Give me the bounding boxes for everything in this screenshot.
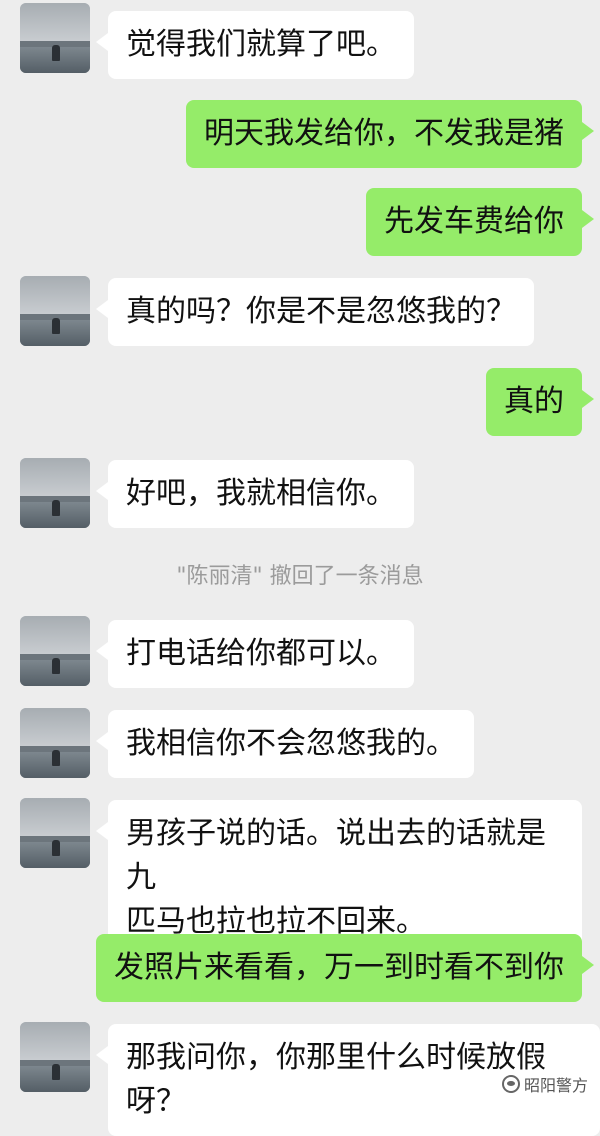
contact-avatar[interactable] xyxy=(20,616,90,686)
watermark: 昭阳警方 xyxy=(501,1072,588,1096)
recall-notice: "陈丽清" 撤回了一条消息 xyxy=(176,564,424,589)
contact-avatar[interactable] xyxy=(20,276,90,346)
outgoing-message-bubble[interactable]: 先发车费给你 xyxy=(366,188,594,256)
incoming-message-bubble[interactable]: 觉得我们就算了吧。 xyxy=(96,11,414,79)
incoming-message-bubble[interactable]: 打电话给你都可以。 xyxy=(96,620,414,688)
incoming-message-bubble[interactable]: 好吧，我就相信你。 xyxy=(96,460,414,528)
contact-avatar[interactable] xyxy=(20,798,90,868)
wechat-official-account-icon xyxy=(501,1075,520,1093)
outgoing-message-bubble[interactable]: 真的 xyxy=(486,368,594,436)
outgoing-message-bubble[interactable]: 发照片来看看，万一到时看不到你 xyxy=(96,934,594,1002)
watermark-text: 昭阳警方 xyxy=(523,1076,588,1095)
incoming-message-bubble[interactable]: 真的吗？你是不是忽悠我的？ xyxy=(96,278,534,346)
contact-avatar[interactable] xyxy=(20,708,90,778)
contact-avatar[interactable] xyxy=(20,458,90,528)
outgoing-message-bubble[interactable]: 明天我发给你，不发我是猪 xyxy=(186,100,594,168)
incoming-message-bubble[interactable]: 我相信你不会忽悠我的。 xyxy=(96,710,474,778)
contact-avatar[interactable] xyxy=(20,3,90,73)
chat-area: 觉得我们就算了吧。 明天我发给你，不发我是猪 先发车费给你 真的吗？你是不是忽悠… xyxy=(0,0,600,1136)
incoming-message-bubble[interactable]: 男孩子说的话。说出去的话就是九 匹马也拉也拉不回来。 xyxy=(96,800,582,956)
contact-avatar[interactable] xyxy=(20,1022,90,1092)
